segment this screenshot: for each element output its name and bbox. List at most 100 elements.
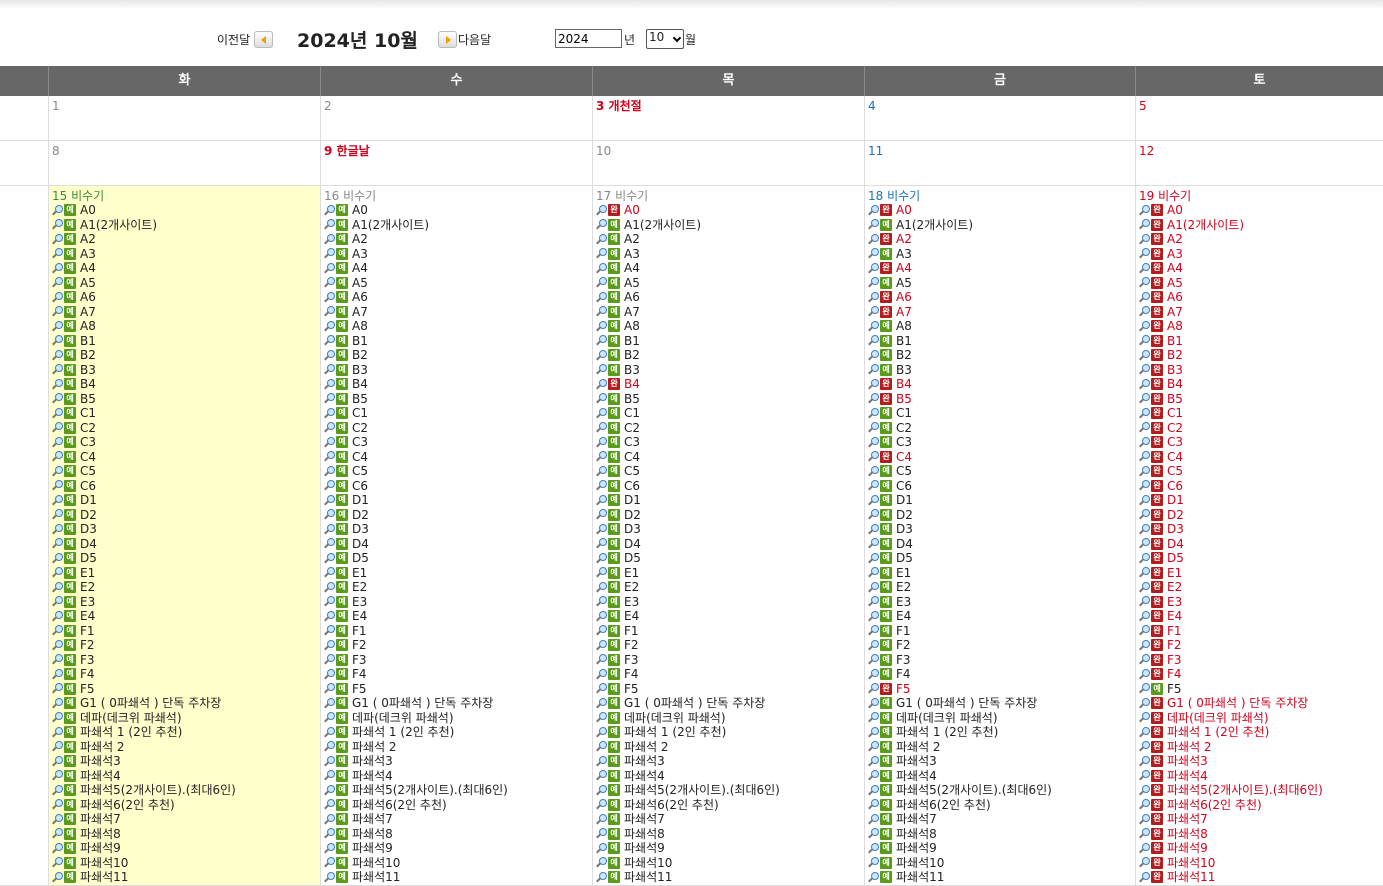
magnifier-icon[interactable] (868, 407, 879, 419)
reserve-badge[interactable]: 예 (336, 856, 348, 869)
reserve-badge[interactable]: 예 (336, 421, 348, 434)
site-item[interactable]: 완 파쇄석7 (1139, 812, 1383, 827)
site-item[interactable]: 완 A1(2개사이트) (1139, 218, 1383, 233)
magnifier-icon[interactable] (1139, 248, 1150, 259)
magnifier-icon[interactable] (1139, 799, 1150, 810)
site-label[interactable]: B1 (352, 334, 368, 349)
magnifier-icon[interactable] (324, 248, 335, 259)
site-item[interactable]: 완 파쇄석5(2개사이트).(최대6인) (1139, 783, 1383, 798)
site-item[interactable]: 예 파쇄석 1 (2인 추천) (324, 725, 592, 740)
site-label[interactable]: B2 (624, 348, 640, 363)
site-item[interactable]: 예 F2 (52, 638, 320, 653)
site-label[interactable]: E1 (896, 566, 911, 581)
complete-badge[interactable]: 완 (1151, 798, 1163, 811)
reserve-badge[interactable]: 예 (64, 508, 76, 521)
reserve-badge[interactable]: 예 (880, 508, 892, 521)
site-label[interactable]: D5 (1167, 551, 1184, 566)
site-label[interactable]: A6 (1167, 290, 1183, 305)
magnifier-icon[interactable] (868, 465, 879, 477)
complete-badge[interactable]: 완 (1151, 320, 1163, 333)
magnifier-icon[interactable] (596, 828, 607, 839)
site-label[interactable]: F5 (624, 682, 639, 697)
reserve-badge[interactable]: 예 (336, 450, 348, 463)
reserve-badge[interactable]: 예 (608, 697, 620, 710)
reserve-badge[interactable]: 예 (336, 726, 348, 739)
reserve-badge[interactable]: 예 (608, 218, 620, 231)
site-label[interactable]: A5 (80, 276, 96, 291)
reserve-badge[interactable]: 예 (336, 276, 348, 289)
magnifier-icon[interactable] (1139, 639, 1150, 651)
site-item[interactable]: 완 A5 (1139, 276, 1383, 291)
magnifier-icon[interactable] (324, 291, 335, 303)
complete-badge[interactable]: 완 (880, 450, 892, 463)
site-item[interactable]: 예 F3 (324, 653, 592, 668)
magnifier-icon[interactable] (1139, 552, 1150, 564)
reserve-badge[interactable]: 예 (608, 291, 620, 304)
site-item[interactable]: 예 D4 (324, 537, 592, 552)
site-label[interactable]: 파쇄석8 (80, 827, 121, 842)
reserve-badge[interactable]: 예 (880, 653, 892, 666)
day-cell[interactable]: 16 비수기 예 A0 예 A1(2개사이트) 예 A2 예 A3 예 A4 예 A5 예 A6 예 A7 예 A8… (320, 186, 592, 886)
site-item[interactable]: 예 C3 (596, 435, 864, 450)
reserve-badge[interactable]: 예 (64, 218, 76, 231)
site-label[interactable]: 파쇄석3 (624, 754, 665, 769)
magnifier-icon[interactable] (52, 523, 63, 535)
complete-badge[interactable]: 완 (1151, 537, 1163, 550)
reserve-badge[interactable]: 예 (880, 871, 892, 884)
site-item[interactable]: 예 C5 (596, 464, 864, 479)
site-item[interactable]: 예 D3 (596, 522, 864, 537)
complete-badge[interactable]: 완 (1151, 276, 1163, 289)
complete-badge[interactable]: 완 (1151, 726, 1163, 739)
reserve-badge[interactable]: 예 (336, 581, 348, 594)
reserve-badge[interactable]: 예 (336, 610, 348, 623)
complete-badge[interactable]: 완 (1151, 711, 1163, 724)
reserve-badge[interactable]: 예 (608, 233, 620, 246)
magnifier-icon[interactable] (868, 393, 879, 404)
magnifier-icon[interactable] (52, 697, 63, 709)
site-item[interactable]: 예 C5 (324, 464, 592, 479)
site-label[interactable]: 파쇄석5(2개사이트).(최대6인) (1167, 783, 1323, 798)
magnifier-icon[interactable] (868, 219, 879, 230)
complete-badge[interactable]: 완 (1151, 856, 1163, 869)
magnifier-icon[interactable] (324, 393, 335, 404)
site-label[interactable]: F1 (1167, 624, 1182, 639)
site-label[interactable]: 파쇄석10 (896, 856, 944, 871)
site-item[interactable]: 완 파쇄석9 (1139, 841, 1383, 856)
site-item[interactable]: 예 C4 (324, 450, 592, 465)
reserve-badge[interactable]: 예 (64, 755, 76, 768)
reserve-badge[interactable]: 예 (64, 349, 76, 362)
site-label[interactable]: E2 (80, 580, 95, 595)
magnifier-icon[interactable] (596, 306, 607, 317)
site-label[interactable]: E2 (896, 580, 911, 595)
reserve-badge[interactable]: 예 (336, 436, 348, 449)
reserve-badge[interactable]: 예 (64, 233, 76, 246)
site-label[interactable]: D4 (1167, 537, 1184, 552)
magnifier-icon[interactable] (52, 320, 63, 332)
month-select[interactable]: 10 (646, 29, 684, 49)
magnifier-icon[interactable] (596, 320, 607, 332)
magnifier-icon[interactable] (868, 509, 879, 520)
site-item[interactable]: 예 파쇄석11 (868, 870, 1135, 885)
reserve-badge[interactable]: 예 (880, 755, 892, 768)
magnifier-icon[interactable] (1139, 523, 1150, 535)
magnifier-icon[interactable] (324, 538, 335, 549)
magnifier-icon[interactable] (868, 567, 879, 578)
site-label[interactable]: 파쇄석 2 (896, 740, 941, 755)
reserve-badge[interactable]: 예 (608, 320, 620, 333)
reserve-badge[interactable]: 예 (880, 856, 892, 869)
site-item[interactable]: 예 F4 (52, 667, 320, 682)
site-item[interactable]: 예 D2 (52, 508, 320, 523)
site-label[interactable]: A2 (896, 232, 912, 247)
reserve-badge[interactable]: 예 (608, 813, 620, 826)
complete-badge[interactable]: 완 (1151, 668, 1163, 681)
site-label[interactable]: A8 (624, 319, 640, 334)
site-item[interactable]: 예 A5 (52, 276, 320, 291)
site-label[interactable]: F4 (352, 667, 367, 682)
complete-badge[interactable]: 완 (880, 378, 892, 391)
complete-badge[interactable]: 완 (880, 305, 892, 318)
site-item[interactable]: 예 D1 (324, 493, 592, 508)
complete-badge[interactable]: 완 (1151, 334, 1163, 347)
magnifier-icon[interactable] (52, 248, 63, 259)
reserve-badge[interactable]: 예 (336, 291, 348, 304)
magnifier-icon[interactable] (596, 552, 607, 564)
